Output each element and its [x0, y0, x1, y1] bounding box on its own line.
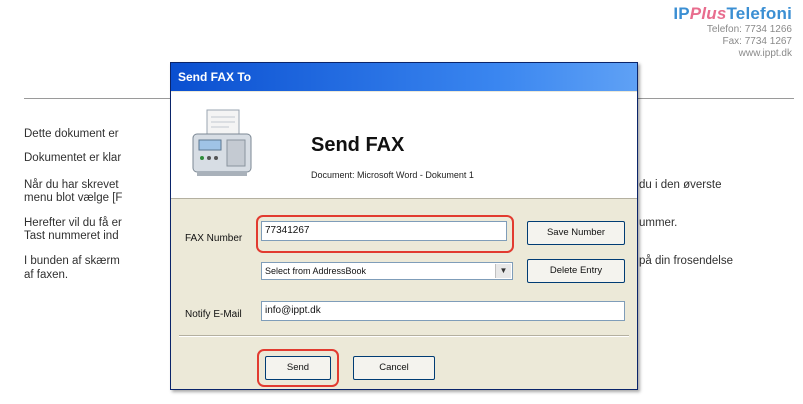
fax-machine-icon — [189, 106, 255, 185]
company-phone: Telefon: 7734 1266 — [706, 24, 792, 35]
button-separator — [179, 335, 629, 337]
doc-line-3b: menu blot vælge [F — [24, 192, 123, 204]
doc-line-4b: Tast nummeret ind — [24, 230, 119, 242]
letterhead: IPPlusTelefoni Telefon: 7734 1266 Fax: 7… — [673, 4, 792, 60]
fax-number-label: FAX Number — [185, 233, 243, 244]
notify-email-input[interactable]: info@ippt.dk — [261, 301, 625, 321]
company-fax: Fax: 7734 1267 — [722, 36, 793, 47]
logo-ip: IP — [673, 4, 690, 23]
addressbook-select[interactable]: Select from AddressBook ▼ — [261, 262, 513, 280]
doc-line-5a: I bunden af skærm — [24, 255, 120, 267]
delete-entry-button[interactable]: Delete Entry — [527, 259, 625, 283]
dialog-header: Send FAX Document: Microsoft Word - Doku… — [171, 92, 637, 199]
logo-telefoni: Telefoni — [726, 4, 792, 23]
doc-line-3a-right: du i den øverste — [639, 179, 722, 191]
logo-plus: Plus — [689, 4, 727, 23]
save-number-button[interactable]: Save Number — [527, 221, 625, 245]
dialog-heading: Send FAX — [311, 134, 405, 156]
send-fax-dialog: Send FAX To Send FAX Document: Microsoft… — [170, 62, 638, 390]
dialog-titlebar[interactable]: Send FAX To — [171, 63, 637, 91]
company-logo: IPPlusTelefoni — [673, 4, 792, 24]
fax-number-highlight — [256, 215, 514, 253]
doc-line-3a: Når du har skrevet — [24, 179, 119, 191]
doc-line-4a-right: ummer. — [639, 217, 678, 229]
doc-line-5a-right: på din frosendelse — [639, 255, 733, 267]
addressbook-selected-value: Select from AddressBook — [265, 266, 367, 276]
notify-email-label: Notify E-Mail — [185, 309, 242, 320]
send-button-highlight — [257, 349, 339, 387]
cancel-button[interactable]: Cancel — [353, 356, 435, 380]
doc-line-5b: af faxen. — [24, 269, 69, 281]
doc-line-4a: Herefter vil du få er — [24, 217, 122, 229]
doc-line-2: Dokumentet er klar — [24, 152, 122, 164]
company-web: www.ippt.dk — [738, 48, 792, 59]
document-name: Document: Microsoft Word - Dokument 1 — [311, 170, 474, 180]
chevron-down-icon[interactable]: ▼ — [495, 264, 511, 278]
doc-line-1: Dette dokument er — [24, 128, 119, 140]
